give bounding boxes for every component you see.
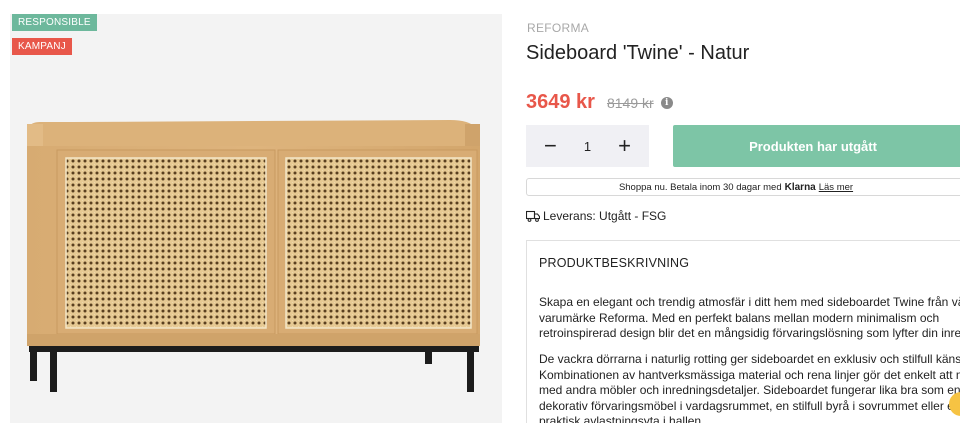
description-line: Kombinationen av hantverksmässiga materi… xyxy=(539,367,960,382)
original-price: 8149 kr xyxy=(606,94,654,111)
klarna-text: Shoppa nu. Betala inom 30 dagar med xyxy=(618,181,782,193)
description-line: retroinspirerad design blir det en mångs… xyxy=(539,326,960,340)
description-line: varumärke Reforma. Med en perfekt balans… xyxy=(539,310,940,325)
description-line: De vackra dörrarna i naturlig rotting ge… xyxy=(539,352,960,366)
product-image xyxy=(27,120,480,392)
description-line: Skapa en elegant och trendig atmosfär i … xyxy=(539,295,960,309)
truck-icon xyxy=(526,210,540,222)
product-title: Sideboard 'Twine' - Natur xyxy=(526,42,750,64)
description-line: med andra möbler och inredningsdetaljer.… xyxy=(539,383,960,397)
description-paragraph-2: De vackra dörrarna i naturlig rotting ge… xyxy=(539,352,960,423)
product-description: PRODUKTBESKRIVNING Skapa en elegant och … xyxy=(526,240,960,423)
campaign-badge: KAMPANJ xyxy=(12,38,72,55)
klarna-banner: Shoppa nu. Betala inom 30 dagar med Klar… xyxy=(526,178,960,196)
delivery-info: Leverans: Utgått - FSG xyxy=(526,209,666,223)
current-price: 3649 kr xyxy=(526,91,595,113)
description-line: praktisk avlastningsyta i hallen. xyxy=(539,414,705,423)
product-image-gallery[interactable]: RESPONSIBLE KAMPANJ xyxy=(10,14,502,423)
description-heading[interactable]: PRODUKTBESKRIVNING xyxy=(539,256,689,270)
klarna-logo: Klarna xyxy=(784,181,816,193)
info-icon[interactable]: i xyxy=(660,96,673,109)
increase-quantity-button[interactable]: + xyxy=(618,135,631,157)
quantity-stepper: − 1 + xyxy=(526,125,649,167)
add-to-cart-button[interactable]: Produkten har utgått xyxy=(673,125,960,167)
product-info: REFORMA Sideboard 'Twine' - Natur 3649 k… xyxy=(526,0,960,423)
responsible-badge: RESPONSIBLE xyxy=(12,14,97,31)
decrease-quantity-button[interactable]: − xyxy=(544,135,557,157)
quantity-value[interactable]: 1 xyxy=(584,139,591,154)
description-paragraph-1: Skapa en elegant och trendig atmosfär i … xyxy=(539,295,960,342)
brand-link[interactable]: REFORMA xyxy=(527,21,589,35)
delivery-text: Leverans: Utgått - FSG xyxy=(543,209,667,223)
description-line: dekorativ förvaringsmöbel i vardagsrumme… xyxy=(539,398,954,413)
klarna-read-more-link[interactable]: Läs mer xyxy=(819,182,853,193)
price-row: 3649 kr 8149 kr i xyxy=(526,91,673,114)
